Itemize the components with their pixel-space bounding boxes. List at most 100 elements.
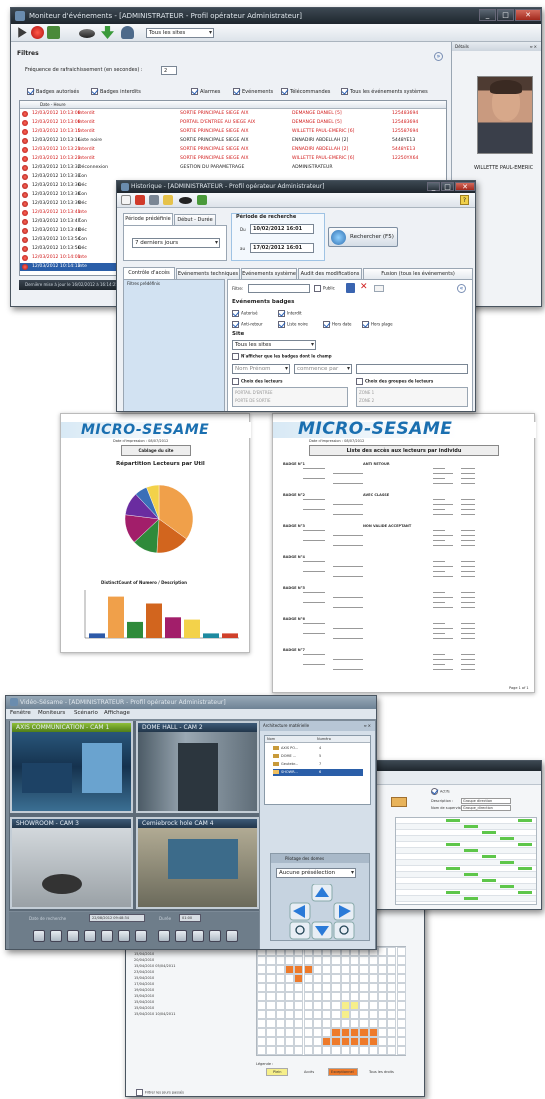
pause-icon[interactable] xyxy=(47,26,60,39)
playback-button[interactable] xyxy=(118,930,130,942)
planning-cell[interactable] xyxy=(331,1046,341,1055)
planning-cell[interactable] xyxy=(396,1001,406,1010)
tree-item[interactable]: Geutebr... 7 xyxy=(273,761,363,768)
planning-cell[interactable] xyxy=(294,956,304,965)
planning-cell[interactable] xyxy=(303,1001,313,1010)
planning-cell[interactable] xyxy=(350,1019,360,1028)
maximize-button[interactable]: □ xyxy=(441,182,454,191)
planning-cell[interactable] xyxy=(322,1010,332,1019)
choix-groupes-checkbox[interactable]: Choix des groupes de lecteurs xyxy=(356,378,433,385)
planning-cell[interactable] xyxy=(368,1019,378,1028)
planning-cell[interactable] xyxy=(396,974,406,983)
planning-cell[interactable] xyxy=(312,956,323,965)
planning-cell[interactable] xyxy=(331,1037,341,1046)
date-field[interactable]: 22/08/2012 09:48:34 xyxy=(89,914,145,922)
planning-cell[interactable] xyxy=(322,965,332,974)
pdf-icon[interactable] xyxy=(135,195,145,205)
arrow-down-icon[interactable] xyxy=(101,26,114,39)
close-button[interactable]: ✕ xyxy=(455,182,475,191)
maximize-button[interactable]: □ xyxy=(497,9,514,21)
planning-cell[interactable] xyxy=(257,1028,267,1037)
planning-cell[interactable] xyxy=(368,992,378,1001)
planning-cell[interactable] xyxy=(359,974,369,983)
planning-cell[interactable] xyxy=(275,1019,285,1028)
planning-cell[interactable] xyxy=(303,992,313,1001)
cb-antiretour[interactable]: Anti-retour xyxy=(232,321,263,328)
planning-cell[interactable] xyxy=(368,1037,378,1046)
planning-cell[interactable] xyxy=(359,956,369,965)
planning-cell[interactable] xyxy=(275,1028,285,1037)
planning-cell[interactable] xyxy=(340,1037,350,1046)
zoom-out-icon[interactable] xyxy=(289,921,311,940)
planning-cell[interactable] xyxy=(322,992,332,1001)
planning-cell[interactable] xyxy=(322,974,332,983)
planning-cell[interactable] xyxy=(294,992,304,1001)
planning-cell[interactable] xyxy=(266,992,276,1001)
planning-cell[interactable] xyxy=(331,965,341,974)
planning-cell[interactable] xyxy=(303,1046,313,1055)
planning-cell[interactable] xyxy=(266,956,276,965)
cb-horsplage[interactable]: Hors plage xyxy=(362,321,393,328)
tree-item-selected[interactable]: SHOWR... 6 xyxy=(273,769,363,776)
planning-cell[interactable] xyxy=(368,1010,378,1019)
planning-cell[interactable] xyxy=(387,1019,397,1028)
nafficher-checkbox[interactable]: N'afficher que les badges dont le champ xyxy=(232,353,332,360)
planning-cell[interactable] xyxy=(312,974,323,983)
planning-cell[interactable] xyxy=(396,1028,406,1037)
list-item[interactable]: PORTE DE SORTIE xyxy=(235,398,271,403)
planning-cell[interactable] xyxy=(303,1037,313,1046)
planning-cell[interactable] xyxy=(257,974,267,983)
planning-cell[interactable] xyxy=(275,992,285,1001)
planning-cell[interactable] xyxy=(387,1046,397,1055)
planning-cell[interactable] xyxy=(387,1001,397,1010)
search-button[interactable]: Rechercher (F5) xyxy=(328,227,398,247)
tab-fusion[interactable]: Fusion (tous les événements) xyxy=(363,268,473,279)
planning-cell[interactable] xyxy=(331,992,341,1001)
planning-cell[interactable] xyxy=(340,1046,350,1055)
planning-cell[interactable] xyxy=(284,1037,295,1046)
duree-field[interactable]: 01:00 xyxy=(179,914,201,922)
menu-scenario[interactable]: Scénario xyxy=(74,710,98,716)
planning-cell[interactable] xyxy=(368,1001,378,1010)
planning-cell[interactable] xyxy=(294,1028,304,1037)
champ-select[interactable]: Nom Prénom xyxy=(232,364,290,374)
planning-cell[interactable] xyxy=(377,1028,388,1037)
planning-cell[interactable] xyxy=(257,1001,267,1010)
refresh-stepper[interactable]: 2 xyxy=(161,66,177,75)
planning-cell[interactable] xyxy=(377,992,388,1001)
playback-button[interactable] xyxy=(84,930,96,942)
planning-cell[interactable] xyxy=(303,974,313,983)
planning-cell[interactable] xyxy=(396,1037,406,1046)
planning-cell[interactable] xyxy=(340,1019,350,1028)
planning-filter-checkbox[interactable]: Filtrer les jours passés xyxy=(136,1089,184,1096)
tab-periode-predefinie[interactable]: Période prédéfinie xyxy=(123,213,173,225)
planning-cell[interactable] xyxy=(331,956,341,965)
camera-3[interactable]: SHOWROOM - CAM 3 xyxy=(10,817,133,909)
lecteurs-list[interactable]: PORTAIL D'ENTREE PORTE DE SORTIE xyxy=(232,387,348,407)
playback-button[interactable] xyxy=(158,930,170,942)
planning-cell[interactable] xyxy=(257,1046,267,1055)
planning-cell[interactable] xyxy=(331,974,341,983)
planning-cell[interactable] xyxy=(368,983,378,992)
planning-cell[interactable] xyxy=(257,965,267,974)
planning-cell[interactable] xyxy=(312,1028,323,1037)
check-badges-interdits[interactable]: Badges interdits xyxy=(91,88,141,95)
groupes-list[interactable]: ZONE 1 ZONE 2 xyxy=(356,387,468,407)
cb-interdit[interactable]: Interdit xyxy=(278,310,302,317)
list-item[interactable]: ZONE 1 xyxy=(359,390,374,395)
planning-cell[interactable] xyxy=(340,1001,350,1010)
planning-cell[interactable] xyxy=(377,1037,388,1046)
planning-cell[interactable] xyxy=(359,1001,369,1010)
camera-icon[interactable] xyxy=(179,197,192,204)
planning-cell[interactable] xyxy=(294,983,304,992)
monitor-titlebar[interactable]: Moniteur d'événements - [ADMINISTRATEUR … xyxy=(11,8,541,24)
camera-2[interactable]: DOME HALL - CAM 2 xyxy=(136,721,259,813)
site-select[interactable]: Tous les sites xyxy=(232,340,316,350)
planning-cell[interactable] xyxy=(284,1019,295,1028)
tree-item[interactable]: DOME ... 5 xyxy=(273,753,363,760)
cb-horsdate[interactable]: Hors date xyxy=(323,321,351,328)
check-telecommandes[interactable]: Télécommandes xyxy=(281,88,330,95)
report-icon[interactable] xyxy=(163,195,173,205)
planning-cell[interactable] xyxy=(312,1001,323,1010)
planning-cell[interactable] xyxy=(340,992,350,1001)
